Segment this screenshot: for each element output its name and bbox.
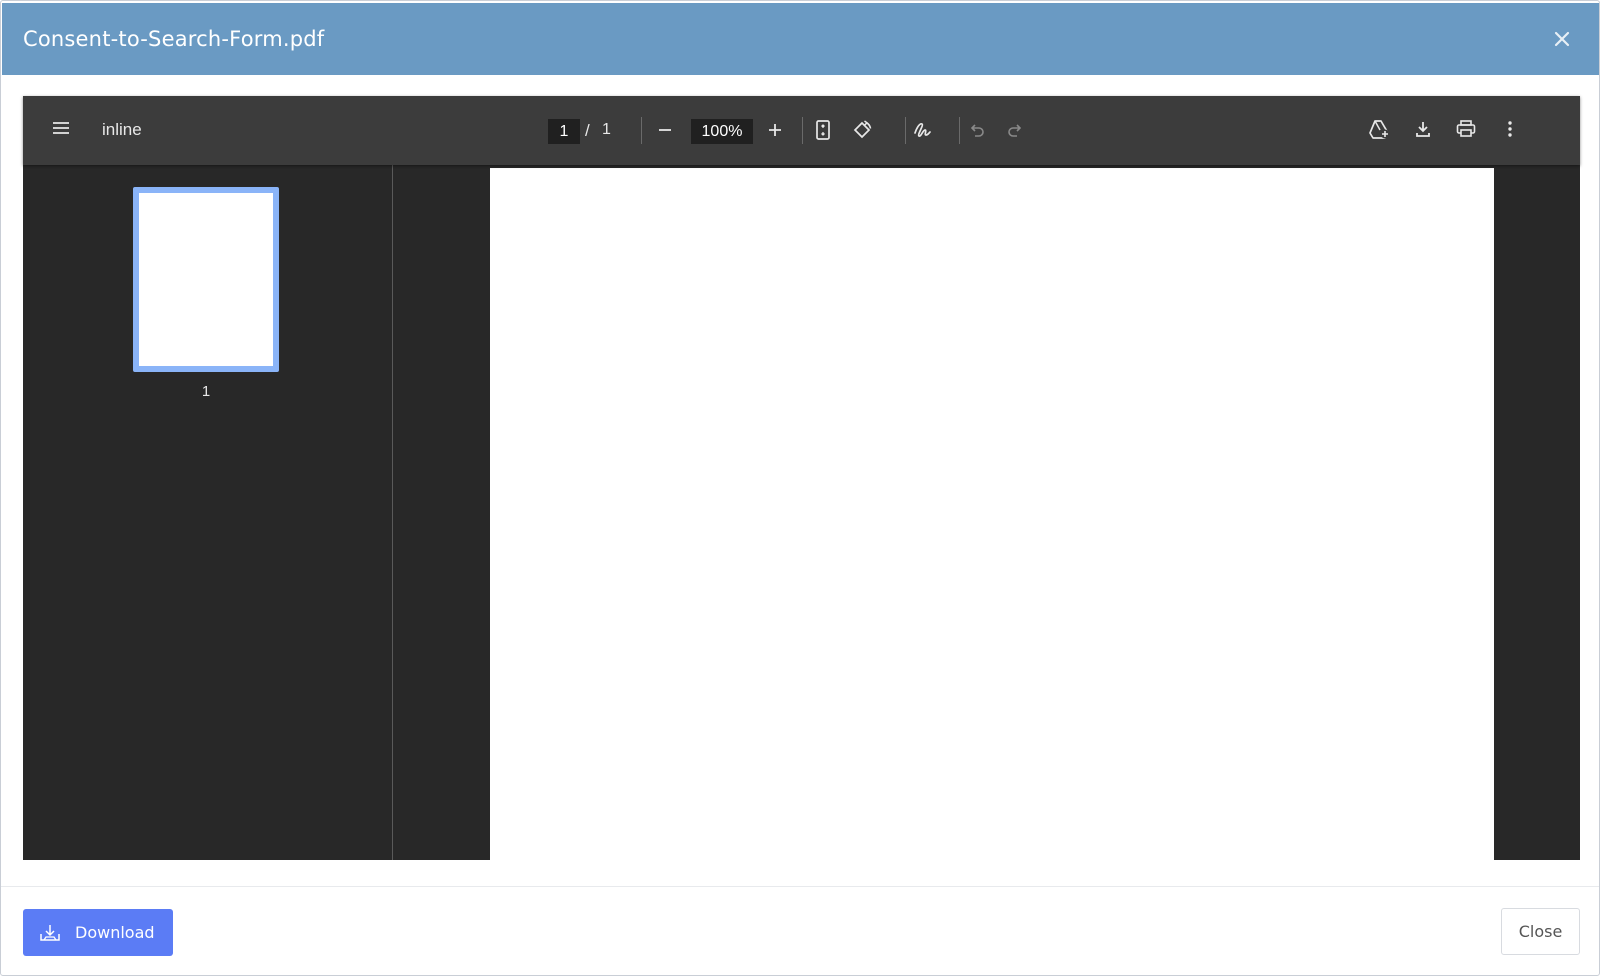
download-button-label: Download xyxy=(75,923,155,942)
download-button[interactable]: Download xyxy=(23,909,173,956)
total-pages: 1 xyxy=(602,121,611,138)
pdf-viewer: inline 1 / 1 100% 1 xyxy=(23,96,1580,860)
more-options-icon[interactable] xyxy=(1496,115,1524,143)
annotate-icon[interactable] xyxy=(909,116,937,144)
modal-footer: Download Close xyxy=(1,886,1599,975)
page-separator: / xyxy=(585,121,590,140)
page-number-input[interactable]: 1 xyxy=(548,119,580,144)
zoom-in-icon[interactable] xyxy=(761,116,789,144)
toolbar-divider xyxy=(641,117,642,144)
menu-icon[interactable] xyxy=(47,114,75,142)
toolbar-divider xyxy=(959,117,960,144)
zoom-level-input[interactable]: 100% xyxy=(691,119,753,144)
thumbnail-page-label: 1 xyxy=(201,383,211,400)
print-icon[interactable] xyxy=(1452,115,1480,143)
redo-icon xyxy=(1001,116,1029,144)
fit-page-icon[interactable] xyxy=(809,116,837,144)
download-icon[interactable] xyxy=(1409,115,1437,143)
toolbar-divider xyxy=(802,117,803,144)
pdf-toolbar: inline 1 / 1 100% xyxy=(23,96,1580,165)
zoom-out-icon[interactable] xyxy=(651,116,679,144)
close-button[interactable]: Close xyxy=(1501,908,1580,955)
pdf-preview-modal: Consent-to-Search-Form.pdf inline 1 / 1 … xyxy=(0,0,1600,976)
download-icon xyxy=(39,923,61,943)
document-title: inline xyxy=(102,120,142,139)
page-thumbnail[interactable] xyxy=(133,187,279,372)
thumbnail-sidebar: 1 xyxy=(23,165,393,860)
save-to-drive-icon[interactable] xyxy=(1365,115,1393,143)
undo-icon xyxy=(963,116,991,144)
toolbar-divider xyxy=(905,117,906,144)
rotate-icon[interactable] xyxy=(848,116,876,144)
pdf-page xyxy=(490,168,1494,860)
modal-header: Consent-to-Search-Form.pdf xyxy=(2,3,1599,75)
modal-close-icon[interactable] xyxy=(1550,27,1574,51)
page-view-area xyxy=(394,165,1580,860)
modal-title: Consent-to-Search-Form.pdf xyxy=(23,27,325,51)
